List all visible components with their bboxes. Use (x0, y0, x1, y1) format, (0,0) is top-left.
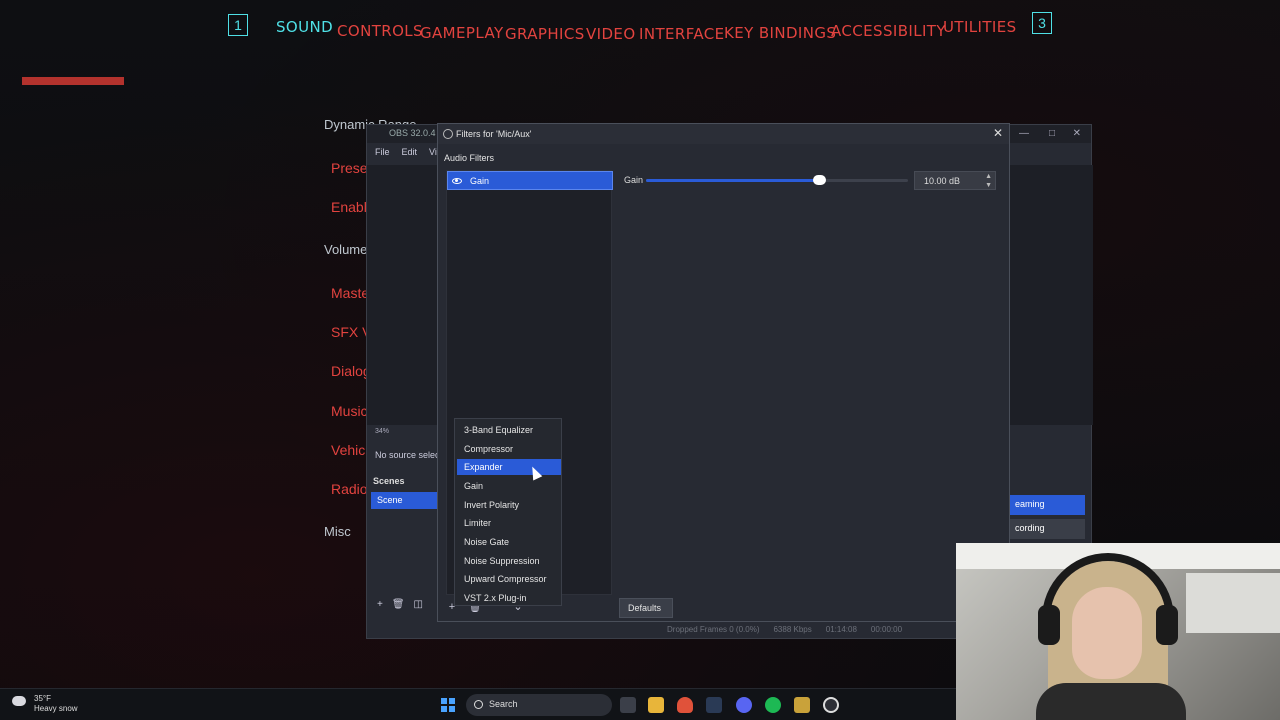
start-streaming-button[interactable]: eaming (1009, 495, 1085, 515)
tab-key-right[interactable]: 3 (1032, 12, 1052, 34)
obs-taskbar-icon[interactable] (823, 697, 839, 713)
tab-utilities[interactable]: UTILITIES (943, 18, 1017, 36)
scenes-dock-title: Scenes (373, 476, 405, 486)
filter-item-label: Gain (470, 175, 490, 186)
trash-icon[interactable]: 🗑 (392, 599, 405, 610)
spin-arrows-icon[interactable]: ▲ ▼ (985, 172, 992, 190)
audio-filters-label: Audio Filters (444, 153, 495, 163)
tab-controls[interactable]: CONTROLS (337, 22, 423, 40)
search-icon (474, 700, 483, 709)
setting-vehicle[interactable]: Vehicl (331, 442, 368, 458)
game-app-icon[interactable] (794, 697, 810, 713)
windows-taskbar: 35°F Heavy snow Search (0, 688, 956, 720)
setting-radio[interactable]: Radio (331, 481, 368, 497)
obs-logo-icon (443, 129, 453, 139)
section-volume: Volume (324, 242, 368, 257)
menu-edit[interactable]: Edit (402, 147, 418, 157)
menu-item-invert-polarity[interactable]: Invert Polarity (457, 497, 561, 513)
menu-item-gain[interactable]: Gain (457, 478, 561, 494)
decor-stripe (22, 77, 124, 85)
defaults-button[interactable]: Defaults (619, 598, 673, 618)
add-filter-menu: 3-Band Equalizer Compressor Expander Gai… (454, 418, 562, 606)
weather-desc: Heavy snow (34, 704, 78, 713)
webcam-shirt (1036, 683, 1186, 720)
brave-browser-icon[interactable] (677, 697, 693, 713)
taskbar-search[interactable]: Search (466, 694, 612, 716)
tab-key-left[interactable]: 1 (228, 14, 248, 36)
no-source-label: No source selec (375, 450, 440, 460)
zoom-level[interactable]: 34% (375, 428, 389, 435)
tab-graphics[interactable]: GRAPHICS (505, 25, 585, 43)
headset-ear-left (1038, 605, 1060, 645)
maximize-icon[interactable]: □ (1049, 128, 1055, 139)
webcam-kitchen (1186, 573, 1280, 633)
filters-title-bar: Filters for 'Mic/Aux' ✕ (438, 124, 1009, 144)
gain-value: 10.00 dB (924, 176, 961, 186)
setting-dialog[interactable]: Dialog (331, 363, 371, 379)
stream-time: 01:14:08 (825, 625, 857, 634)
weather-widget[interactable]: 35°F Heavy snow (12, 694, 78, 714)
webcam-overlay (956, 543, 1280, 720)
setting-music[interactable]: Music (331, 403, 368, 419)
tab-interface[interactable]: INTERFACE (639, 25, 725, 43)
close-icon[interactable]: ✕ (1073, 128, 1081, 139)
gain-spinbox[interactable]: 10.00 dB ▲ ▼ (914, 171, 996, 190)
gain-slider[interactable] (646, 175, 908, 185)
search-placeholder: Search (489, 699, 518, 709)
menu-item-compressor[interactable]: Compressor (457, 441, 561, 457)
windows-start-icon[interactable] (441, 698, 455, 712)
scene-toolbar: + 🗑 ◫ (377, 599, 423, 610)
menu-item-3band-eq[interactable]: 3-Band Equalizer (457, 422, 561, 438)
filter-icon[interactable]: ◫ (414, 599, 423, 610)
steam-icon[interactable] (706, 697, 722, 713)
spotify-icon[interactable] (765, 697, 781, 713)
menu-item-noise-gate[interactable]: Noise Gate (457, 534, 561, 550)
add-icon[interactable]: + (377, 599, 383, 610)
rec-time: 00:00:00 (870, 625, 903, 634)
gain-label: Gain (624, 175, 644, 185)
dropped-frames: Dropped Frames 0 (0.0%) (667, 625, 760, 634)
filters-title: Filters for 'Mic/Aux' (456, 129, 532, 139)
setting-master[interactable]: Maste (331, 285, 369, 301)
menu-file[interactable]: File (375, 147, 390, 157)
bitrate: 6388 Kbps (773, 625, 812, 634)
headset-ear-right (1156, 605, 1178, 645)
eye-icon[interactable] (452, 177, 462, 184)
task-view-icon[interactable] (620, 697, 636, 713)
scene-item[interactable]: Scene (371, 492, 437, 509)
menu-item-upward-compressor[interactable]: Upward Compressor (457, 571, 561, 587)
discord-icon[interactable] (736, 697, 752, 713)
tab-key-bindings[interactable]: KEY BINDINGS (724, 24, 836, 42)
section-misc: Misc (324, 524, 351, 539)
tab-video[interactable]: VIDEO (586, 25, 636, 43)
menu-item-noise-suppression[interactable]: Noise Suppression (457, 553, 561, 569)
menu-item-limiter[interactable]: Limiter (457, 515, 561, 531)
minimize-icon[interactable]: — (1019, 128, 1029, 139)
file-explorer-icon[interactable] (648, 697, 664, 713)
close-icon[interactable]: ✕ (993, 126, 1003, 140)
status-bar: Dropped Frames 0 (0.0%) 6388 Kbps 01:14:… (667, 625, 902, 634)
menu-item-expander[interactable]: Expander (457, 459, 561, 475)
tab-sound[interactable]: SOUND (276, 18, 333, 36)
snow-cloud-icon (12, 696, 26, 706)
tab-gameplay[interactable]: GAMEPLAY (420, 24, 504, 42)
tab-accessibility[interactable]: ACCESSIBILITY (831, 22, 946, 40)
start-recording-button[interactable]: cording (1009, 519, 1085, 539)
filter-item-gain[interactable]: Gain (447, 171, 613, 190)
gain-slider-fill (646, 179, 819, 182)
gain-slider-handle[interactable] (812, 175, 826, 185)
menu-item-vst-plugin[interactable]: VST 2.x Plug-in (457, 590, 561, 606)
